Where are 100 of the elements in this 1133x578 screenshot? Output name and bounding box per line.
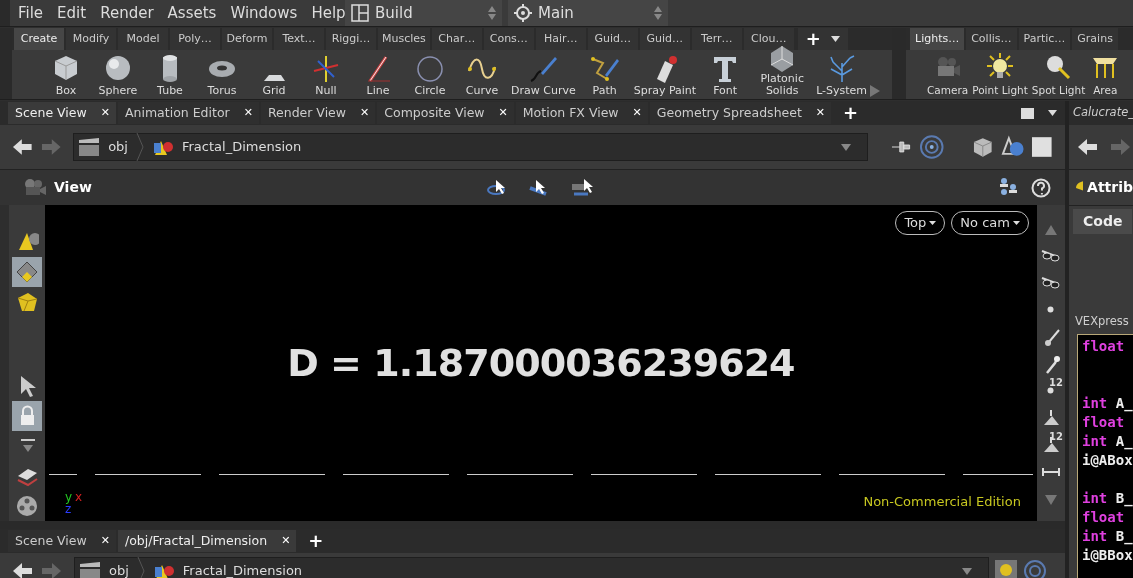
close-button[interactable]: ✕: [243, 104, 253, 122]
cube-icon: [15, 290, 40, 314]
shelf-tab[interactable]: Grains: [1072, 28, 1118, 50]
caret-icon: [1012, 221, 1020, 225]
tool-button[interactable]: [12, 257, 43, 287]
spinner-icon: [654, 6, 662, 20]
shelf-tool[interactable]: Font: [699, 53, 752, 97]
axis-label: z: [64, 503, 72, 515]
axis-label: y: [64, 491, 73, 503]
shelf-tool[interactable]: L-System: [813, 53, 871, 97]
code-line: float: [1082, 337, 1126, 357]
shelf-tab[interactable]: Lights…: [910, 28, 965, 50]
add-tab-button[interactable]: +: [308, 532, 324, 550]
shelf-tool[interactable]: Circle: [404, 53, 456, 97]
clapperboard-icon: [79, 561, 101, 578]
scroll-right-icon[interactable]: [870, 85, 881, 97]
menu-item[interactable]: File: [18, 1, 44, 25]
path-field[interactable]: obj Fractal_Dimension: [74, 557, 989, 578]
target-icon: [514, 4, 532, 22]
viewport-text: D = 1.187000036239624: [287, 340, 795, 387]
orbit-icon[interactable]: [486, 177, 508, 198]
shelf-tool[interactable]: Camera: [926, 52, 970, 96]
back-icon[interactable]: [12, 562, 34, 578]
shelf-tab[interactable]: Guid…: [639, 28, 690, 50]
shelf-tab[interactable]: Collis…: [966, 28, 1017, 50]
pane-tab[interactable]: Animation Editor ✕: [117, 102, 259, 124]
shelf-tool[interactable]: Tube: [144, 53, 196, 97]
menu-item[interactable]: Windows: [230, 1, 298, 25]
pane-tab[interactable]: Scene View ✕: [8, 530, 116, 552]
diamond-icon: [15, 260, 40, 284]
code-line: int A_: [1082, 394, 1133, 414]
close-button[interactable]: ✕: [498, 104, 508, 122]
light-icon[interactable]: [995, 560, 1017, 578]
shelf-tool[interactable]: Area: [1088, 52, 1123, 96]
shelf-tool[interactable]: Curve: [456, 53, 508, 97]
pane-tab[interactable]: /obj/Fractal_Dimension ✕: [117, 530, 297, 552]
shelf-tab[interactable]: Muscles: [378, 28, 430, 50]
square-icon[interactable]: [1031, 136, 1053, 158]
close-button[interactable]: ✕: [100, 104, 110, 122]
shelf-tab[interactable]: Char…: [431, 28, 482, 50]
shelf-tool[interactable]: Grid: [248, 73, 300, 97]
menu-item[interactable]: Render: [100, 1, 154, 25]
context-dropdown[interactable]: Main: [508, 0, 668, 26]
pane-tab[interactable]: Composite View ✕: [377, 102, 514, 124]
shelf-tab[interactable]: Cons…: [483, 28, 534, 50]
tool-button[interactable]: 12: [1038, 377, 1063, 404]
target-icon[interactable]: [919, 134, 945, 160]
dropdown-icon[interactable]: [830, 36, 840, 42]
dropdown-icon[interactable]: [1048, 110, 1057, 116]
shelf-tool[interactable]: Spot Light: [1030, 52, 1087, 96]
close-button[interactable]: ✕: [281, 532, 291, 550]
shelf-tool[interactable]: Sphere: [92, 53, 144, 97]
pane-tab[interactable]: Geometry Spreadsheet ✕: [649, 102, 832, 124]
cube-icon[interactable]: [972, 136, 994, 158]
shelf-tab[interactable]: Deform: [222, 28, 272, 50]
shelf-tool[interactable]: Box: [40, 53, 92, 97]
shelf-tab[interactable]: Poly…: [170, 28, 220, 50]
help-icon[interactable]: [1031, 177, 1051, 198]
menu-item[interactable]: Assets: [167, 1, 217, 25]
pan-icon[interactable]: [528, 177, 550, 198]
pane-tab[interactable]: Scene View ✕: [8, 102, 116, 124]
shelf-tab[interactable]: Create: [14, 28, 64, 50]
field-label: VEXpress: [1074, 313, 1130, 330]
code-editor[interactable]: float int A_ float int A_ i@ABox int B_ float int B_ i@BBox: [1077, 334, 1133, 578]
shelf-tool[interactable]: Line: [352, 53, 404, 97]
shelf-tool[interactable]: Point Light: [971, 52, 1029, 96]
menu-item[interactable]: Edit: [57, 1, 87, 25]
shelf-tab[interactable]: Partic…: [1018, 28, 1071, 50]
shelf-tab[interactable]: Clou…: [743, 28, 794, 50]
dolly-icon[interactable]: [570, 177, 594, 198]
shelf-tool[interactable]: Draw Curve: [508, 53, 579, 97]
maximize-icon[interactable]: [1021, 107, 1034, 119]
shelf-tool[interactable]: Spray Paint: [630, 53, 700, 97]
back-icon[interactable]: [12, 138, 34, 156]
shelf-tab[interactable]: Riggi…: [326, 28, 376, 50]
desktop-dropdown[interactable]: Build: [345, 0, 502, 26]
shelf-tab[interactable]: Modify: [66, 28, 116, 50]
back-icon[interactable]: [1077, 138, 1099, 156]
editor-tab[interactable]: Code: [1073, 209, 1133, 234]
shelf-tool[interactable]: Path: [578, 53, 631, 97]
target-icon[interactable]: [1023, 559, 1047, 578]
path-field[interactable]: obj Fractal_Dimension: [73, 133, 868, 161]
close-button[interactable]: ✕: [360, 104, 370, 122]
pane-tab[interactable]: Motion FX View ✕: [515, 102, 648, 124]
shelf-tool[interactable]: Null: [300, 53, 352, 97]
close-button[interactable]: ✕: [815, 104, 826, 122]
shelf-tab[interactable]: Terr…: [691, 28, 742, 50]
shelf-tool[interactable]: Torus: [196, 53, 248, 97]
pane-tab[interactable]: Render View ✕: [260, 102, 376, 124]
shelf-tab[interactable]: Guid…: [587, 28, 638, 50]
menu-item[interactable]: Help: [311, 1, 346, 25]
shelf-tab[interactable]: Hair…: [535, 28, 586, 50]
shelf-tab[interactable]: Text…: [274, 28, 324, 50]
film-reel-icon: [15, 494, 40, 518]
close-button[interactable]: ✕: [632, 104, 642, 122]
add-tab-button[interactable]: +: [843, 104, 859, 122]
close-button[interactable]: ✕: [100, 532, 110, 550]
tool-button[interactable]: [12, 401, 43, 431]
shelf-tab[interactable]: Model: [118, 28, 168, 50]
pane-title: View: [54, 178, 92, 197]
